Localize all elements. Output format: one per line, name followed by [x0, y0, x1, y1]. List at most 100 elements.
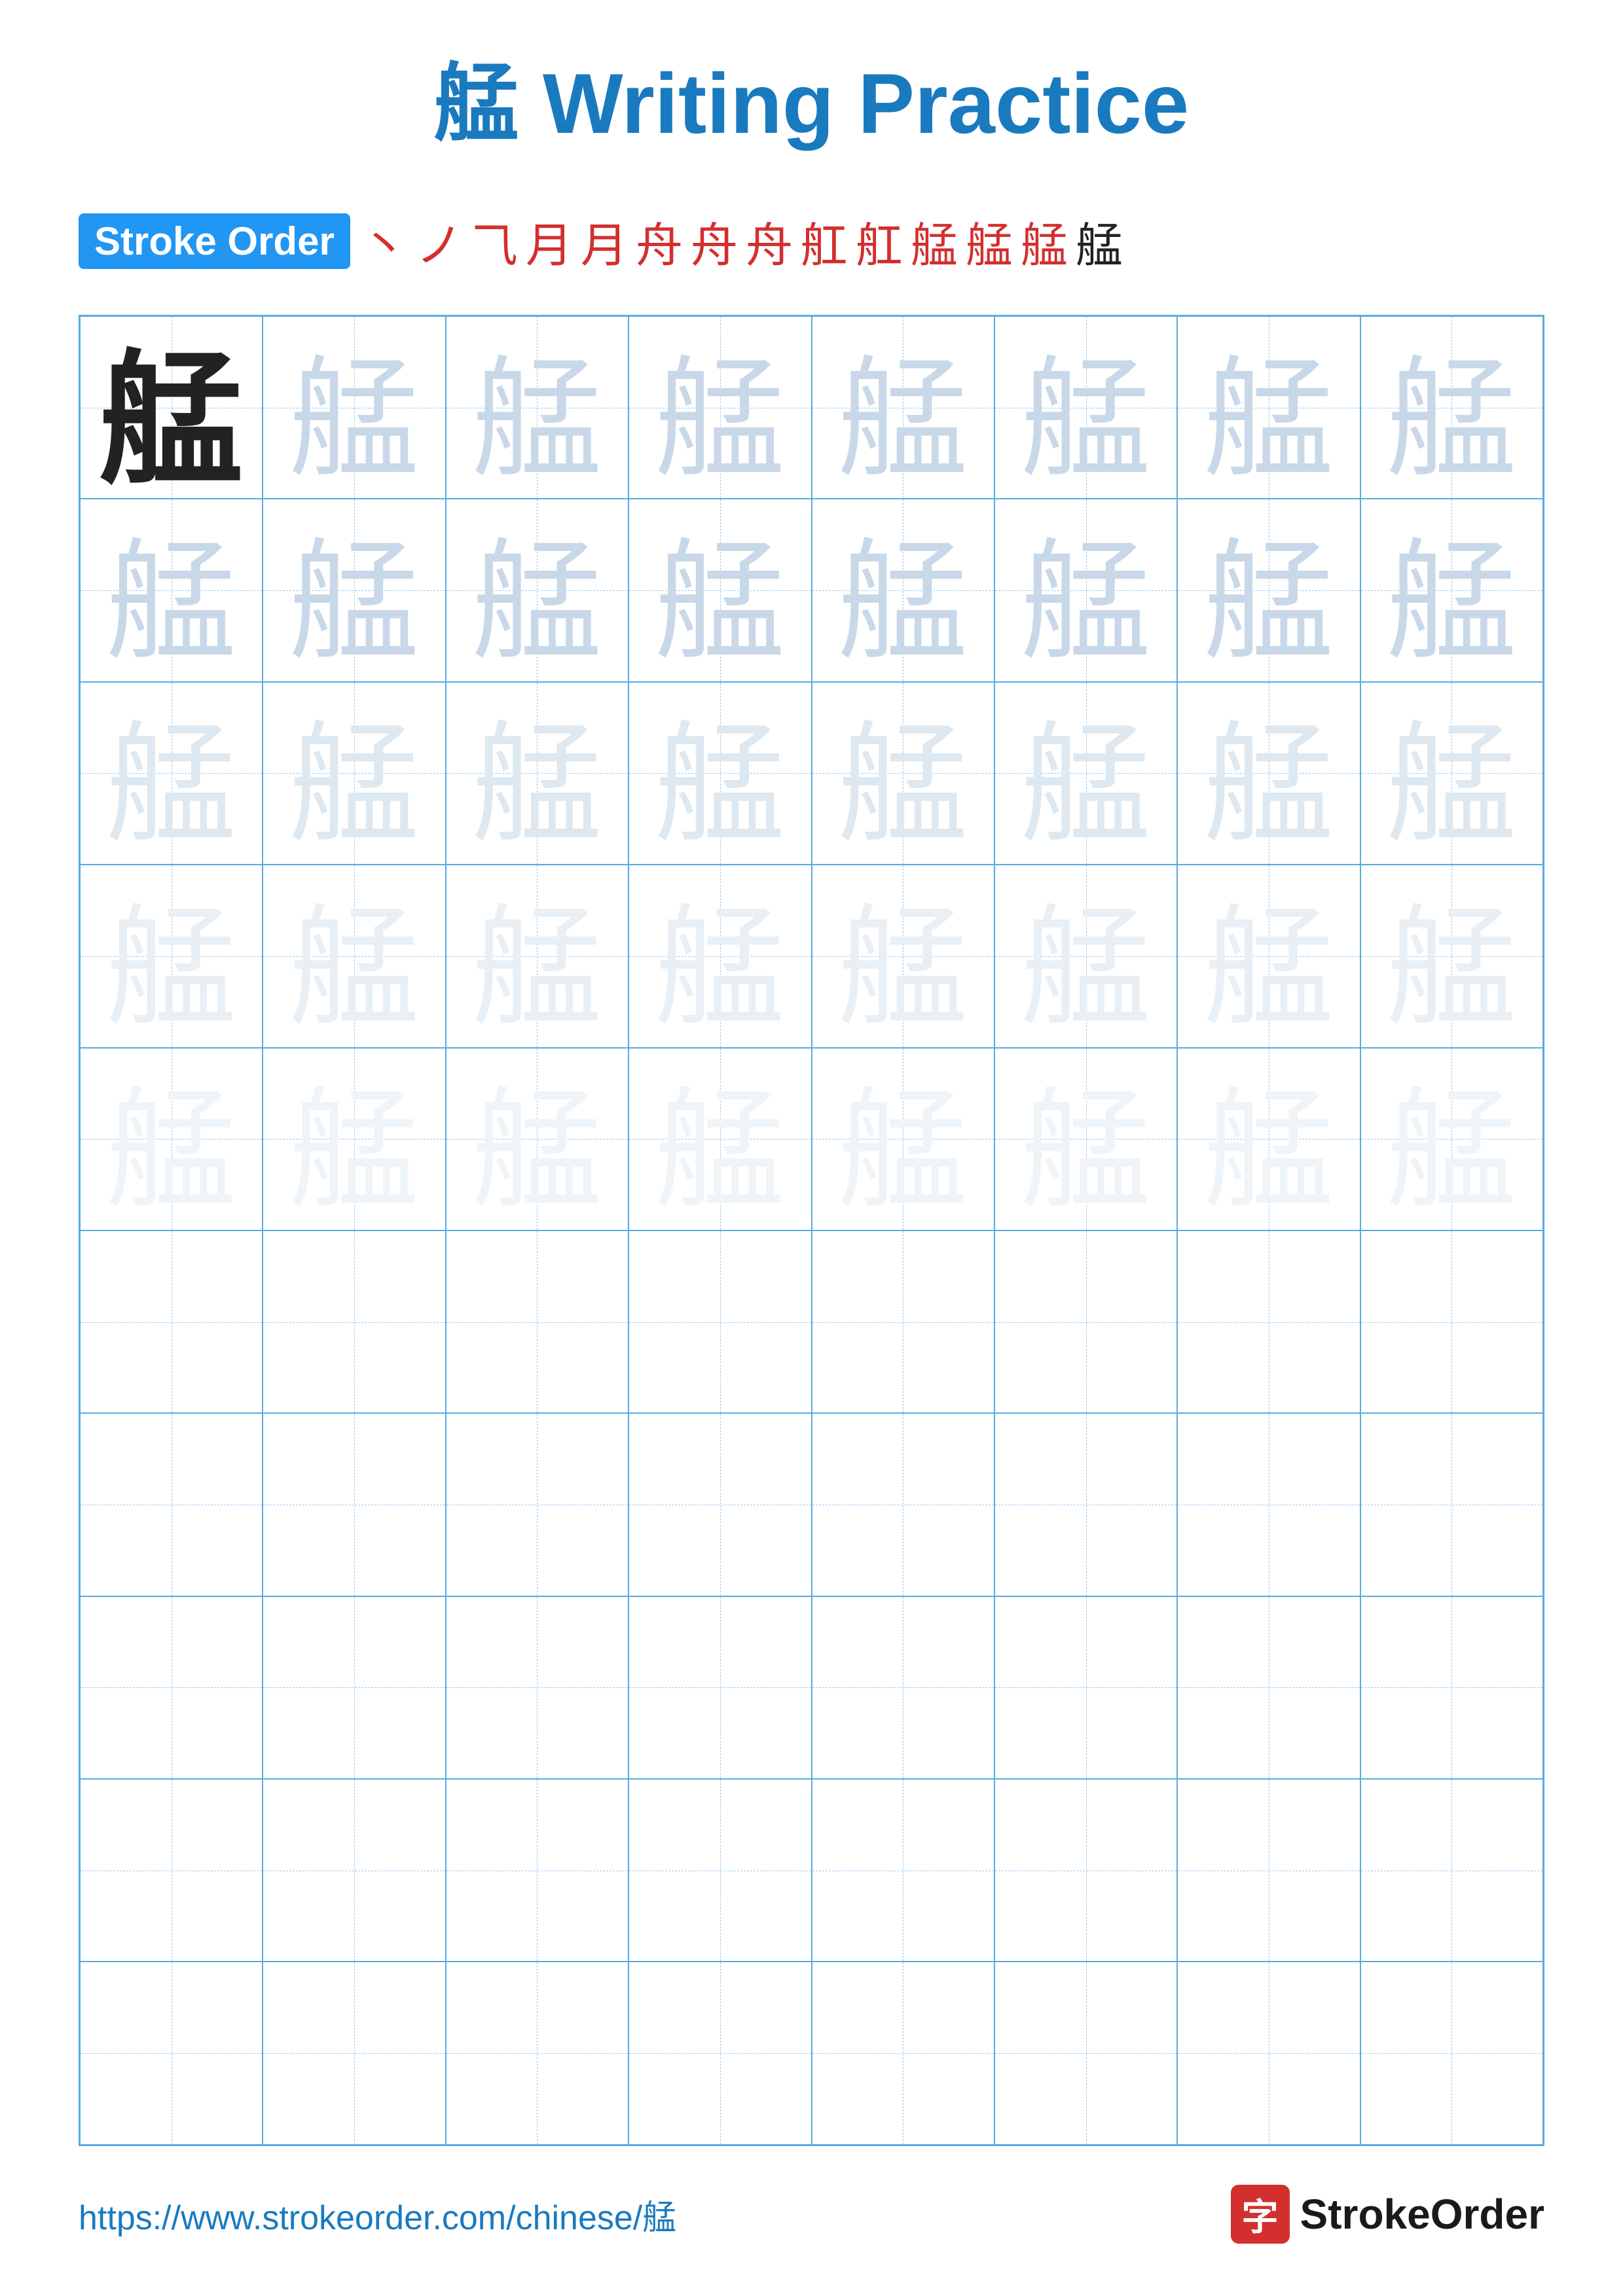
char-medium: 艋	[1386, 316, 1517, 499]
cell-4-6: 艋	[994, 865, 1177, 1047]
char-light: 艋	[289, 682, 420, 865]
cell-2-4: 艋	[629, 499, 811, 681]
cell-7-7	[1177, 1413, 1360, 1596]
char-medium: 艋	[655, 316, 786, 499]
cell-3-8: 艋	[1360, 682, 1543, 865]
grid-row-8	[80, 1596, 1543, 1779]
cell-3-1: 艋	[80, 682, 263, 865]
cell-3-2: 艋	[263, 682, 445, 865]
char-lightest: 艋	[1021, 1048, 1152, 1230]
stroke-2: ノ	[412, 207, 467, 276]
cell-7-1	[80, 1413, 263, 1596]
cell-2-6: 艋	[994, 499, 1177, 681]
cell-4-2: 艋	[263, 865, 445, 1047]
char-medium: 艋	[655, 499, 786, 681]
char-lightest: 艋	[655, 1048, 786, 1230]
char-lightest: 艋	[106, 1048, 237, 1230]
cell-10-1	[80, 1962, 263, 2144]
stroke-7: 舟	[687, 207, 742, 276]
cell-8-1	[80, 1596, 263, 1779]
char-lightest: 艋	[837, 1048, 968, 1230]
brand-text: StrokeOrder	[1300, 2190, 1544, 2238]
cell-2-2: 艋	[263, 499, 445, 681]
stroke-13: 艋	[1017, 207, 1072, 276]
char-medium: 艋	[471, 316, 602, 499]
page: 艋 Writing Practice Stroke Order 丶 ノ ⺄ 月 …	[0, 0, 1623, 2296]
cell-5-3: 艋	[446, 1048, 629, 1230]
title-char: 艋	[434, 56, 519, 151]
char-light: 艋	[655, 682, 786, 865]
grid-row-3: 艋 艋 艋 艋 艋 艋 艋 艋	[80, 682, 1543, 865]
cell-10-6	[994, 1962, 1177, 2144]
cell-1-7: 艋	[1177, 316, 1360, 499]
cell-7-2	[263, 1413, 445, 1596]
char-medium: 艋	[106, 499, 237, 681]
grid-row-4: 艋 艋 艋 艋 艋 艋 艋 艋	[80, 865, 1543, 1047]
cell-9-4	[629, 1779, 811, 1962]
char-lighter: 艋	[1386, 865, 1517, 1047]
cell-5-1: 艋	[80, 1048, 263, 1230]
char-light: 艋	[837, 682, 968, 865]
cell-2-8: 艋	[1360, 499, 1543, 681]
char-lightest: 艋	[1203, 1048, 1334, 1230]
page-title: 艋 Writing Practice	[434, 52, 1189, 154]
stroke-10: 舡	[852, 207, 907, 276]
footer: https://www.strokeorder.com/chinese/艋 字 …	[79, 2185, 1544, 2244]
cell-6-7	[1177, 1230, 1360, 1413]
brand-icon: 字	[1231, 2185, 1290, 2244]
cell-8-3	[446, 1596, 629, 1779]
cell-1-3: 艋	[446, 316, 629, 499]
stroke-11: 艋	[907, 207, 962, 276]
cell-10-3	[446, 1962, 629, 2144]
char-light: 艋	[1386, 682, 1517, 865]
cell-7-3	[446, 1413, 629, 1596]
grid-row-10	[80, 1962, 1543, 2144]
cell-8-7	[1177, 1596, 1360, 1779]
cell-4-8: 艋	[1360, 865, 1543, 1047]
cell-3-5: 艋	[812, 682, 994, 865]
stroke-5: 月	[577, 207, 632, 276]
char-light: 艋	[471, 682, 602, 865]
char-medium: 艋	[1203, 499, 1334, 681]
cell-2-1: 艋	[80, 499, 263, 681]
grid-row-2: 艋 艋 艋 艋 艋 艋 艋 艋	[80, 499, 1543, 681]
cell-9-1	[80, 1779, 263, 1962]
cell-4-4: 艋	[629, 865, 811, 1047]
cell-7-5	[812, 1413, 994, 1596]
stroke-3: ⺄	[467, 207, 522, 276]
cell-3-3: 艋	[446, 682, 629, 865]
cell-7-8	[1360, 1413, 1543, 1596]
char-lighter: 艋	[471, 865, 602, 1047]
cell-9-5	[812, 1779, 994, 1962]
char-medium: 艋	[1386, 499, 1517, 681]
cell-6-3	[446, 1230, 629, 1413]
title-suffix: Writing Practice	[519, 56, 1189, 151]
stroke-1: 丶	[357, 207, 412, 276]
cell-5-6: 艋	[994, 1048, 1177, 1230]
cell-4-3: 艋	[446, 865, 629, 1047]
cell-5-5: 艋	[812, 1048, 994, 1230]
cell-7-4	[629, 1413, 811, 1596]
stroke-order-label: Stroke Order	[79, 213, 350, 269]
stroke-8: 舟	[742, 207, 797, 276]
cell-8-4	[629, 1596, 811, 1779]
cell-4-5: 艋	[812, 865, 994, 1047]
cell-8-5	[812, 1596, 994, 1779]
cell-6-8	[1360, 1230, 1543, 1413]
footer-url[interactable]: https://www.strokeorder.com/chinese/艋	[79, 2190, 676, 2239]
cell-9-8	[1360, 1779, 1543, 1962]
grid-row-7	[80, 1413, 1543, 1596]
char-lighter: 艋	[106, 865, 237, 1047]
cell-2-7: 艋	[1177, 499, 1360, 681]
char-light: 艋	[106, 682, 237, 865]
stroke-order-section: Stroke Order 丶 ノ ⺄ 月 月 舟 舟 舟 舡 舡 艋 艋 艋 艋	[79, 207, 1544, 276]
char-medium: 艋	[1203, 316, 1334, 499]
cell-1-5: 艋	[812, 316, 994, 499]
grid-row-9	[80, 1779, 1543, 1962]
cell-6-1	[80, 1230, 263, 1413]
grid-row-6	[80, 1230, 1543, 1413]
footer-brand: 字 StrokeOrder	[1231, 2185, 1544, 2244]
grid-row-1: 艋 艋 艋 艋 艋 艋 艋 艋	[80, 316, 1543, 499]
cell-6-2	[263, 1230, 445, 1413]
stroke-6: 舟	[632, 207, 687, 276]
